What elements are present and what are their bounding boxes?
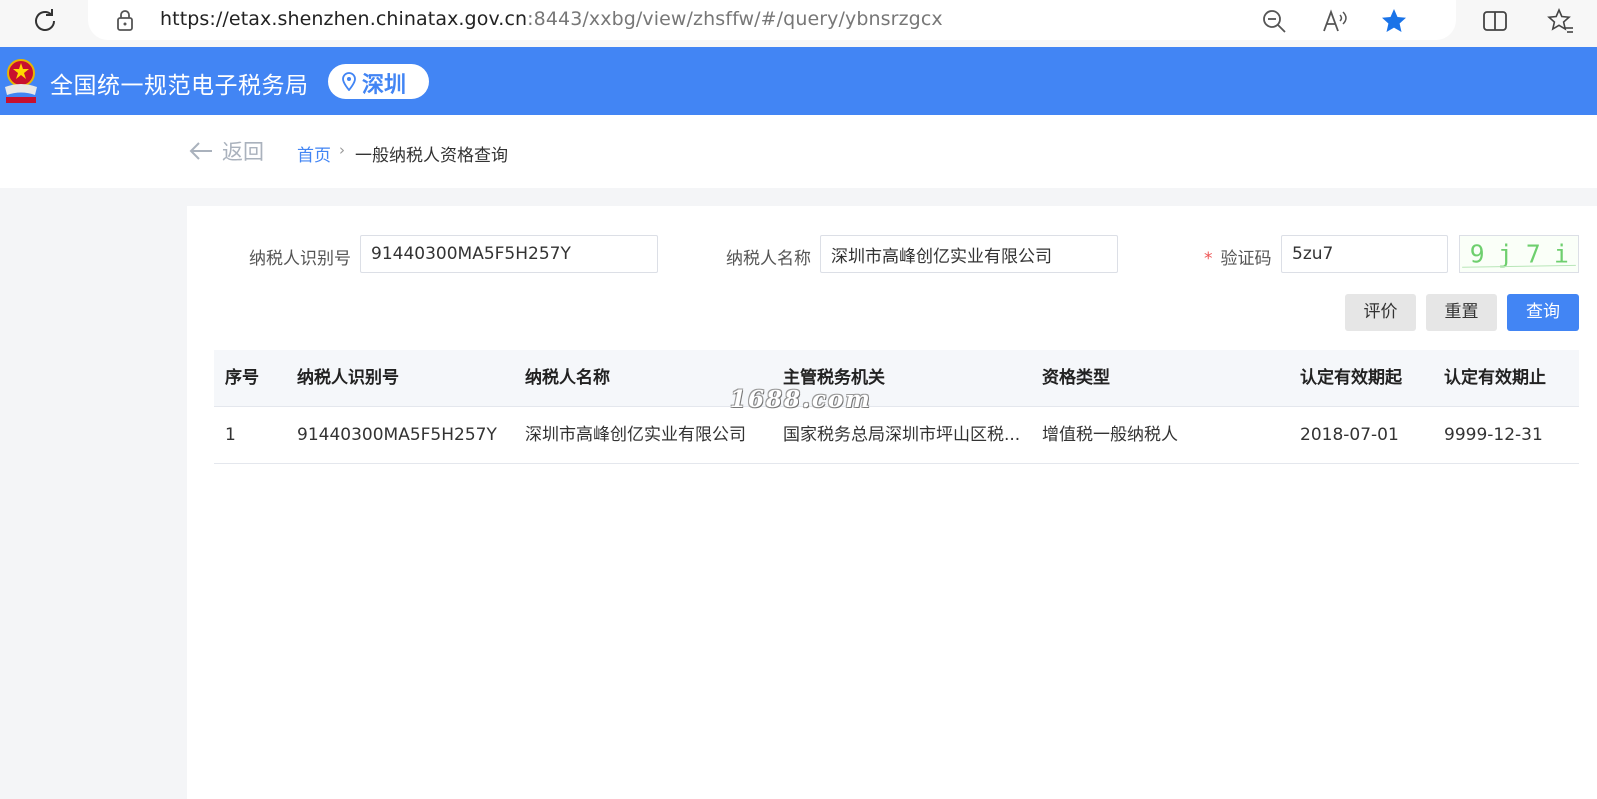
taxpayer-id-label: 纳税人识别号 (249, 249, 351, 269)
breadcrumb-separator: › (339, 141, 345, 159)
cell-valid-from: 2018-07-01 (1300, 425, 1399, 445)
column-header-index: 序号 (225, 368, 259, 388)
column-header-taxpayer-name: 纳税人名称 (525, 368, 610, 388)
favorites-list-icon[interactable] (1547, 7, 1575, 35)
query-button[interactable]: 查询 (1507, 294, 1579, 331)
app-header: 全国统一规范电子税务局 深圳 (0, 47, 1597, 115)
cell-tax-authority: 国家税务总局深圳市坪山区税... (783, 425, 1021, 445)
breadcrumb: 返回 首页 › 一般纳税人资格查询 (0, 115, 1597, 188)
cell-taxpayer-name: 深圳市高峰创亿实业有限公司 (525, 425, 746, 445)
cell-taxpayer-id: 91440300MA5F5H257Y (297, 425, 497, 445)
favorite-star-icon[interactable] (1380, 7, 1408, 35)
tax-emblem-logo (5, 59, 37, 103)
back-label: 返回 (222, 140, 264, 164)
watermark: 1688.com (730, 386, 872, 413)
browser-toolbar: https://etax.shenzhen.chinatax.gov.cn:84… (0, 0, 1597, 47)
cell-qualification-type: 增值税一般纳税人 (1042, 425, 1178, 445)
column-header-valid-from: 认定有效期起 (1300, 368, 1402, 388)
split-screen-icon[interactable] (1481, 7, 1509, 35)
taxpayer-name-input[interactable] (820, 235, 1118, 273)
zoom-out-icon[interactable] (1260, 7, 1288, 35)
lock-icon[interactable] (114, 8, 136, 32)
column-header-qualification-type: 资格类型 (1042, 368, 1110, 388)
url-host: https://etax.shenzhen.chinatax.gov.cn (160, 8, 528, 30)
column-header-valid-to: 认定有效期止 (1444, 368, 1546, 388)
required-mark: * (1204, 249, 1213, 269)
captcha-input[interactable] (1281, 235, 1448, 273)
captcha-label: 验证码 (1220, 249, 1272, 269)
breadcrumb-home-link[interactable]: 首页 (297, 141, 331, 166)
cell-valid-to: 9999-12-31 (1444, 425, 1543, 445)
cell-index: 1 (225, 425, 236, 445)
url-text[interactable]: https://etax.shenzhen.chinatax.gov.cn:84… (160, 8, 943, 30)
table-row[interactable]: 1 91440300MA5F5H257Y 深圳市高峰创亿实业有限公司 国家税务总… (214, 407, 1579, 464)
table-header-row: 序号 纳税人识别号 纳税人名称 主管税务机关 资格类型 认定有效期起 认定有效期… (214, 350, 1579, 407)
arrow-left-icon (189, 142, 212, 160)
reload-icon[interactable] (30, 6, 60, 36)
address-bar[interactable]: https://etax.shenzhen.chinatax.gov.cn:84… (88, 0, 1456, 40)
taxpayer-name-label: 纳税人名称 (726, 249, 811, 269)
results-table: 序号 纳税人识别号 纳税人名称 主管税务机关 资格类型 认定有效期起 认定有效期… (214, 350, 1579, 464)
url-path: :8443/xxbg/view/zhsffw/#/query/ybnsrzgcx (527, 8, 943, 30)
evaluate-button[interactable]: 评价 (1345, 294, 1416, 331)
reset-button[interactable]: 重置 (1426, 294, 1497, 331)
breadcrumb-current: 一般纳税人资格查询 (355, 146, 508, 166)
captcha-image-text: 9j7i (1470, 240, 1579, 269)
taxpayer-id-input[interactable] (360, 235, 658, 273)
captcha-image[interactable]: 9j7i (1459, 235, 1579, 273)
city-selector[interactable]: 深圳 (328, 64, 429, 99)
location-pin-icon (342, 72, 356, 91)
city-name: 深圳 (362, 73, 407, 98)
captcha-label-group: * 验证码 (1204, 244, 1272, 269)
read-aloud-icon[interactable] (1320, 7, 1348, 35)
column-header-taxpayer-id: 纳税人识别号 (297, 368, 399, 388)
back-button[interactable]: 返回 (188, 136, 264, 166)
app-title: 全国统一规范电子税务局 (50, 73, 309, 99)
